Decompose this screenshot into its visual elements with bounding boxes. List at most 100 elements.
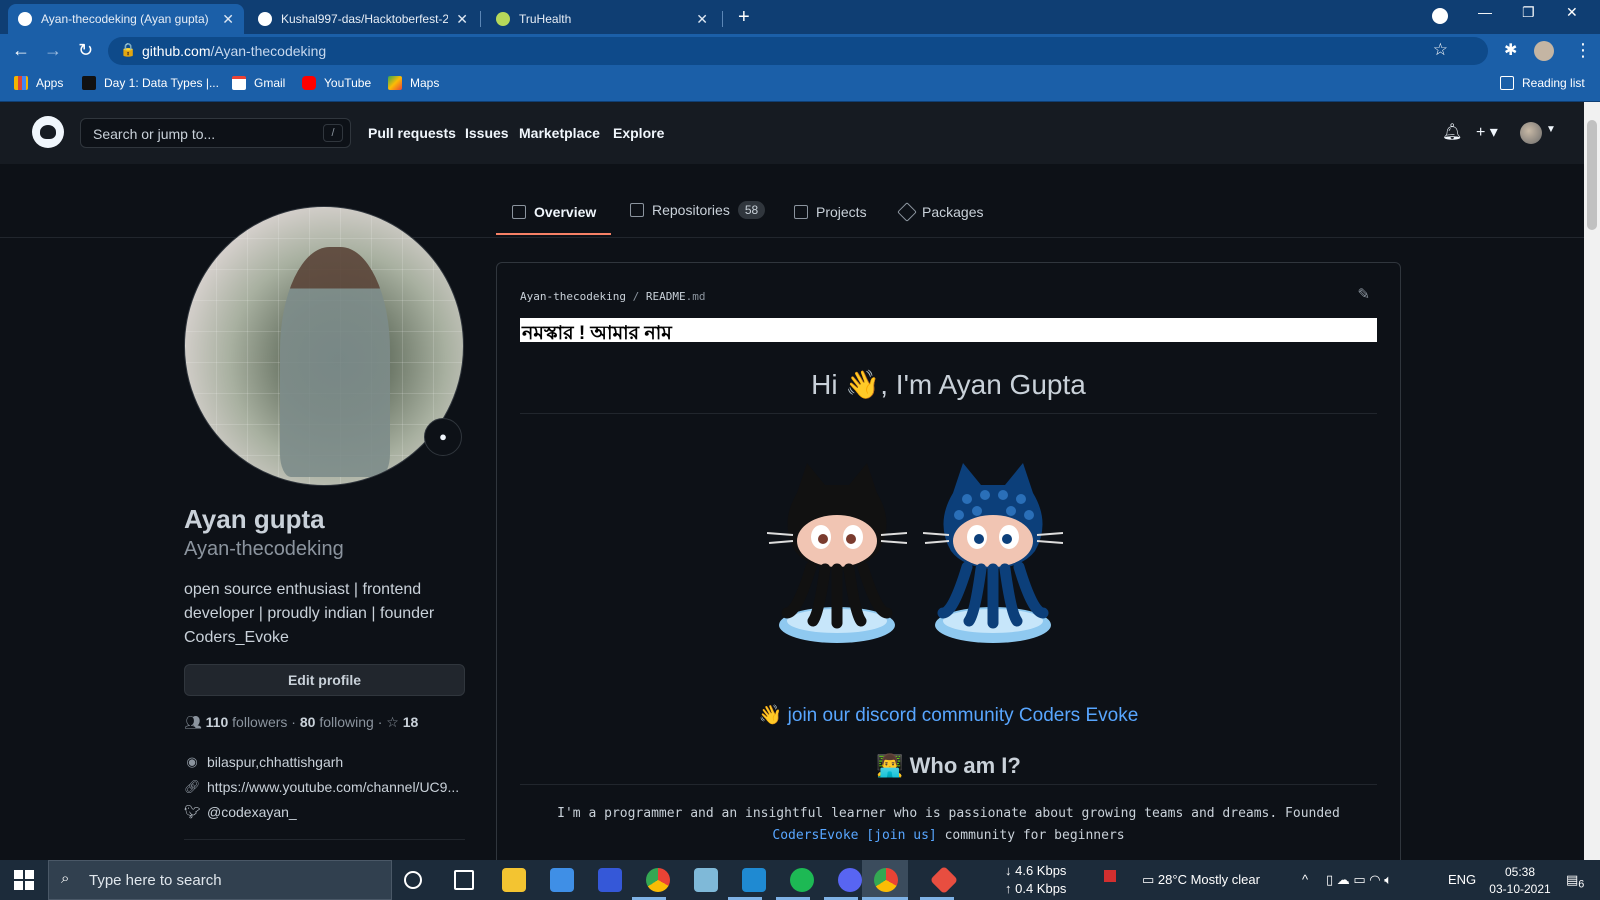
hackerrank-icon: [82, 76, 96, 90]
task-view-icon[interactable]: [454, 870, 474, 890]
edit-profile-button[interactable]: Edit profile: [184, 664, 465, 696]
vscode-icon[interactable]: [742, 868, 766, 892]
tab-search-icon[interactable]: [1432, 8, 1448, 24]
notification-center-icon[interactable]: ▤6: [1566, 872, 1584, 891]
spotify-icon[interactable]: [790, 868, 814, 892]
tab-packages[interactable]: Packages: [897, 202, 983, 222]
scrollbar-thumb[interactable]: [1587, 120, 1597, 230]
show-hidden-icons-chevron-icon[interactable]: ^: [1302, 872, 1308, 887]
edit-pencil-icon[interactable]: ✎: [1357, 285, 1370, 303]
windows-taskbar: ⌕ Type here to search ↓ 4.6 Kbps ↑ 0.4 K…: [0, 860, 1600, 900]
system-clock[interactable]: 05:38 03-10-2021: [1480, 864, 1560, 898]
tab-projects[interactable]: Projects: [794, 204, 867, 220]
menu-kebab-icon[interactable]: ⋮: [1574, 40, 1592, 61]
chevron-down-icon[interactable]: ▼: [1546, 124, 1556, 135]
reading-list-button[interactable]: Reading list: [1500, 76, 1585, 90]
input-language[interactable]: ENG: [1448, 872, 1476, 887]
windows-start-icon[interactable]: [14, 870, 34, 890]
close-window-icon[interactable]: ✕: [1566, 4, 1578, 21]
repo-icon: [630, 203, 644, 217]
new-tab-plus-icon[interactable]: +: [738, 6, 750, 29]
bookmark-gmail[interactable]: Gmail: [232, 76, 285, 90]
browser-tab[interactable]: TruHealth ✕: [486, 4, 718, 34]
website-link[interactable]: https://www.youtube.com/channel/UC9...: [207, 779, 459, 795]
followers-link[interactable]: 110 followers: [206, 714, 288, 730]
who-am-i-heading: 👨‍💻 Who am I?: [876, 753, 1021, 778]
close-meter-icon[interactable]: [1104, 870, 1116, 882]
chrome-active-icon[interactable]: [874, 868, 898, 892]
reading-list-icon: [1500, 76, 1514, 90]
profile-name: Ayan gupta: [184, 504, 325, 534]
file-explorer-icon[interactable]: [502, 868, 526, 892]
address-bar[interactable]: 🔒 github.com/Ayan-thecodeking ☆: [108, 37, 1488, 65]
stars-link[interactable]: 18: [403, 714, 419, 730]
extensions-puzzle-icon[interactable]: ✱: [1504, 40, 1517, 60]
weather-widget[interactable]: ▭ 28°C Mostly clear: [1142, 872, 1260, 888]
bookmark-label: Apps: [36, 76, 64, 90]
repo-count-badge: 58: [737, 201, 766, 219]
browser-tab-active[interactable]: Ayan-thecodeking (Ayan gupta) ✕: [8, 4, 244, 34]
profile-website[interactable]: 🔗︎ https://www.youtube.com/channel/UC9..…: [184, 779, 459, 795]
restore-icon[interactable]: ❐: [1522, 4, 1535, 21]
github-search-input[interactable]: Search or jump to... /: [80, 118, 351, 148]
taskbar-search-box[interactable]: ⌕ Type here to search: [48, 860, 392, 900]
cortana-circle-icon[interactable]: [404, 871, 422, 889]
browser-tab[interactable]: Kushal997-das/Hacktoberfest-20 ✕: [248, 4, 478, 34]
star-icon: ☆: [386, 714, 399, 730]
truhealth-favicon-icon: [496, 12, 510, 26]
discord-community-link[interactable]: 👋 join our discord community Coders Evok…: [520, 703, 1377, 727]
bookmark-maps[interactable]: Maps: [388, 76, 439, 90]
tray-icons[interactable]: ▯ ☁ ▭ ◠ 🔈︎: [1326, 872, 1392, 888]
tab-title: Kushal997-das/Hacktoberfest-20: [281, 12, 449, 26]
project-icon: [794, 205, 808, 219]
codersevoke-link[interactable]: CodersEvoke [join us]: [772, 828, 936, 843]
bookmark-day1[interactable]: Day 1: Data Types |...: [82, 76, 219, 90]
minimize-icon[interactable]: —: [1478, 4, 1492, 20]
pen-app-icon[interactable]: [598, 868, 622, 892]
chrome-icon[interactable]: [646, 868, 670, 892]
github-logo-icon[interactable]: [32, 116, 64, 148]
notifications-bell-icon[interactable]: 🔔︎: [1442, 122, 1462, 142]
reload-icon[interactable]: ↻: [78, 40, 93, 61]
discord-icon[interactable]: [838, 868, 862, 892]
nav-marketplace[interactable]: Marketplace: [519, 125, 600, 141]
profile-username: Ayan-thecodeking: [184, 538, 344, 560]
forward-arrow-icon[interactable]: →: [44, 40, 62, 61]
create-new-plus-icon[interactable]: + ▾: [1476, 122, 1498, 142]
close-tab-icon[interactable]: ✕: [222, 11, 234, 28]
clock-date: 03-10-2021: [1489, 882, 1551, 896]
twitter-link[interactable]: @codexayan_: [207, 804, 297, 820]
nav-issues[interactable]: Issues: [465, 125, 509, 141]
following-link[interactable]: 80 following: [300, 714, 374, 730]
twitter-bird-icon: 🐦︎: [184, 804, 201, 819]
back-arrow-icon[interactable]: ←: [12, 40, 30, 61]
github-header: Search or jump to... / Pull requests Iss…: [0, 102, 1584, 164]
search-placeholder: Search or jump to...: [93, 126, 216, 142]
bookmark-apps[interactable]: Apps: [14, 76, 63, 90]
bookmark-label: Day 1: Data Types |...: [104, 76, 219, 90]
close-tab-icon[interactable]: ✕: [456, 11, 468, 28]
notepad-icon[interactable]: [694, 868, 718, 892]
readme-owner-link[interactable]: Ayan-thecodeking: [520, 290, 626, 303]
nav-explore[interactable]: Explore: [613, 125, 664, 141]
git-icon[interactable]: [929, 865, 959, 895]
profile-twitter[interactable]: 🐦︎ @codexayan_: [184, 804, 297, 820]
nav-pull-requests[interactable]: Pull requests: [368, 125, 456, 141]
user-avatar-menu[interactable]: [1520, 122, 1542, 144]
page-scrollbar[interactable]: [1584, 102, 1600, 860]
bookmark-label: Maps: [410, 76, 440, 90]
youtube-icon: [302, 76, 316, 90]
notification-count: 6: [1578, 878, 1585, 891]
weather-text: 28°C Mostly clear: [1157, 872, 1260, 887]
path-separator: /: [632, 290, 640, 303]
close-tab-icon[interactable]: ✕: [696, 11, 708, 28]
tab-overview[interactable]: Overview: [512, 204, 596, 220]
mail-icon[interactable]: [550, 868, 574, 892]
profile-avatar[interactable]: [184, 206, 464, 486]
profile-avatar-icon[interactable]: [1534, 41, 1554, 61]
set-status-speech-icon[interactable]: ●: [424, 418, 462, 456]
bookmark-star-icon[interactable]: ☆: [1433, 40, 1448, 60]
browser-toolbar: ← → ↻ 🔒 github.com/Ayan-thecodeking ☆ ✱ …: [0, 34, 1600, 68]
bookmark-youtube[interactable]: YouTube: [302, 76, 371, 90]
tab-repositories[interactable]: Repositories 58: [630, 201, 766, 219]
